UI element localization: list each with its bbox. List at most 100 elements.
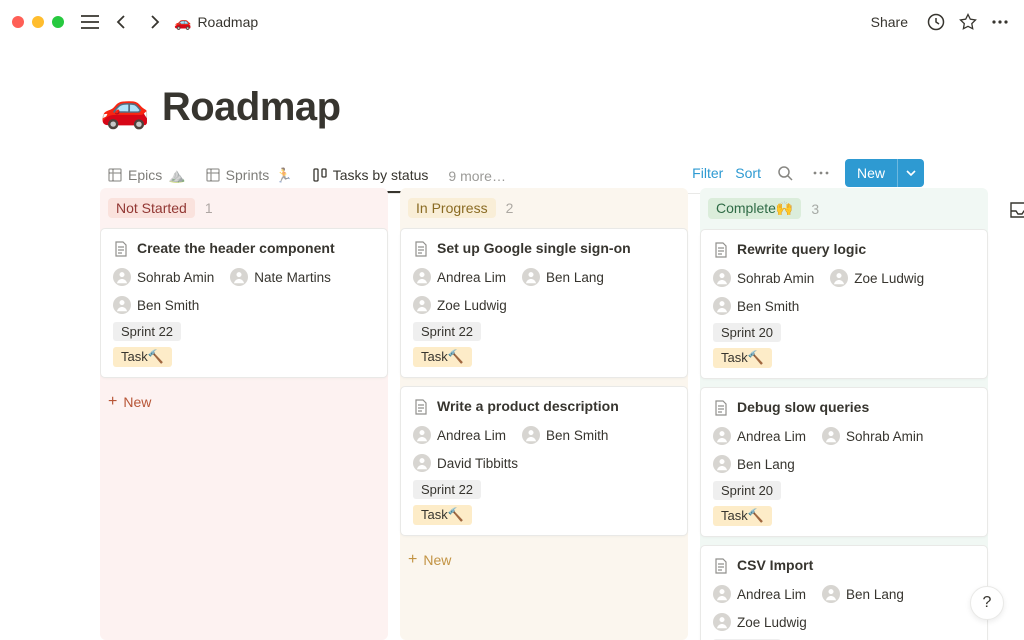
card-title: Create the header component xyxy=(137,239,335,259)
board-card[interactable]: CSV ImportAndrea LimBen LangZoe LudwigSp… xyxy=(700,545,988,640)
avatar xyxy=(522,426,540,444)
avatar xyxy=(113,268,131,286)
avatar xyxy=(713,455,731,473)
person: Sohrab Amin xyxy=(713,269,814,287)
page-icon xyxy=(413,241,429,257)
person-name: Ben Smith xyxy=(137,298,199,313)
card-people: Andrea LimSohrab AminBen Lang xyxy=(713,427,975,473)
board-card[interactable]: Rewrite query logic Sohrab Amin Zoe Ludwig… xyxy=(700,229,988,379)
sprint-chip: Sprint 22 xyxy=(413,480,481,499)
board-column: In Progress2Set up Google single sign-on… xyxy=(400,188,688,640)
column-count: 2 xyxy=(506,200,514,216)
tabs-more[interactable]: 9 more… xyxy=(440,162,514,190)
add-label: New xyxy=(423,552,451,568)
card-title: Set up Google single sign-on xyxy=(437,239,631,259)
card-chips: Sprint 20 xyxy=(713,323,975,342)
board-card[interactable]: Create the header component Sohrab Amin Na… xyxy=(100,228,388,378)
person-name: Andrea Lim xyxy=(437,428,506,443)
person: Sohrab Amin xyxy=(113,268,214,286)
board-card[interactable]: Write a product descriptionAndrea LimBen… xyxy=(400,386,688,536)
tab-label: Epics xyxy=(128,167,162,183)
person-name: Andrea Lim xyxy=(737,587,806,602)
page-title-row: 🚗 Roadmap xyxy=(100,84,924,131)
avatar xyxy=(822,585,840,603)
breadcrumb-emoji: 🚗 xyxy=(174,14,191,31)
card-people: Sohrab Amin Nate Martins Ben Smith xyxy=(113,268,375,314)
person: Zoe Ludwig xyxy=(713,613,807,631)
person-name: Ben Lang xyxy=(846,587,904,602)
person: Zoe Ludwig xyxy=(413,296,507,314)
favorite-icon[interactable] xyxy=(956,10,980,34)
new-dropdown[interactable] xyxy=(897,159,924,187)
person-name: Zoe Ludwig xyxy=(737,615,807,630)
person: Ben Smith xyxy=(113,296,199,314)
tab-label: Tasks by status xyxy=(333,167,429,183)
filter-button[interactable]: Filter xyxy=(692,165,723,181)
page-title[interactable]: Roadmap xyxy=(162,85,341,130)
add-card-button[interactable]: +New xyxy=(100,386,388,418)
avatar xyxy=(522,268,540,286)
type-chip: Task🔨 xyxy=(113,347,172,367)
back-button[interactable] xyxy=(110,10,134,34)
person: Sohrab Amin xyxy=(822,427,923,445)
tab-label: Sprints xyxy=(226,167,270,183)
avatar xyxy=(413,268,431,286)
search-icon[interactable] xyxy=(773,161,797,185)
minimize-window[interactable] xyxy=(32,16,44,28)
avatar xyxy=(713,613,731,631)
page-icon xyxy=(713,558,729,577)
person: Andrea Lim xyxy=(713,585,806,603)
avatar xyxy=(113,296,131,314)
column-header[interactable]: In Progress2 xyxy=(400,194,688,228)
avatar xyxy=(830,269,848,287)
board-column: Not Started1 Create the header component S… xyxy=(100,188,388,640)
help-button[interactable]: ? xyxy=(970,586,1004,620)
card-chips: Task🔨 xyxy=(413,347,675,367)
person: David Tibbitts xyxy=(413,454,518,472)
new-button-group: New xyxy=(845,159,924,187)
card-title: Rewrite query logic xyxy=(737,240,866,260)
person-name: Zoe Ludwig xyxy=(854,271,924,286)
plus-icon: + xyxy=(108,394,117,410)
breadcrumb-title: Roadmap xyxy=(197,14,258,30)
share-button[interactable]: Share xyxy=(863,10,916,34)
more-icon[interactable] xyxy=(988,10,1012,34)
forward-button[interactable] xyxy=(142,10,166,34)
person: Ben Lang xyxy=(522,268,604,286)
close-window[interactable] xyxy=(12,16,24,28)
page-icon xyxy=(413,241,429,260)
status-badge: Not Started xyxy=(108,198,195,218)
page-icon xyxy=(113,241,129,257)
sprint-chip: Sprint 20 xyxy=(713,481,781,500)
page-emoji[interactable]: 🚗 xyxy=(100,84,150,131)
page-icon xyxy=(713,242,729,258)
sprint-chip: Sprint 22 xyxy=(113,322,181,341)
person: Ben Smith xyxy=(713,297,799,315)
maximize-window[interactable] xyxy=(52,16,64,28)
card-chips: Sprint 20 xyxy=(713,481,975,500)
page-icon xyxy=(713,242,729,261)
card-chips: Task🔨 xyxy=(713,506,975,526)
person-name: Nate Martins xyxy=(254,270,331,285)
card-people: Andrea LimBen SmithDavid Tibbitts xyxy=(413,426,675,472)
board: Not Started1 Create the header component S… xyxy=(100,188,1024,640)
column-header[interactable]: Not Started1 xyxy=(100,194,388,228)
page-icon xyxy=(413,399,429,418)
column-header[interactable]: Complete🙌3 xyxy=(700,194,988,229)
breadcrumb[interactable]: 🚗 Roadmap xyxy=(174,14,258,31)
menu-icon[interactable] xyxy=(78,10,102,34)
updates-icon[interactable] xyxy=(924,10,948,34)
status-badge: Complete🙌 xyxy=(708,198,801,219)
sort-button[interactable]: Sort xyxy=(735,165,761,181)
board-card[interactable]: Debug slow queriesAndrea LimSohrab AminB… xyxy=(700,387,988,537)
inbox-icon xyxy=(1006,198,1024,222)
add-card-button[interactable]: + New xyxy=(400,544,688,576)
plus-icon: + xyxy=(408,552,417,568)
page-content: 🚗 Roadmap Epics ⛰️ Sprints 🏃 Tasks by st… xyxy=(0,44,1024,194)
type-chip: Task🔨 xyxy=(713,506,772,526)
view-more-icon[interactable] xyxy=(809,161,833,185)
new-button[interactable]: New xyxy=(845,159,897,187)
person-name: Sohrab Amin xyxy=(137,270,214,285)
type-chip: Task🔨 xyxy=(713,348,772,368)
board-card[interactable]: Set up Google single sign-onAndrea LimBe… xyxy=(400,228,688,378)
